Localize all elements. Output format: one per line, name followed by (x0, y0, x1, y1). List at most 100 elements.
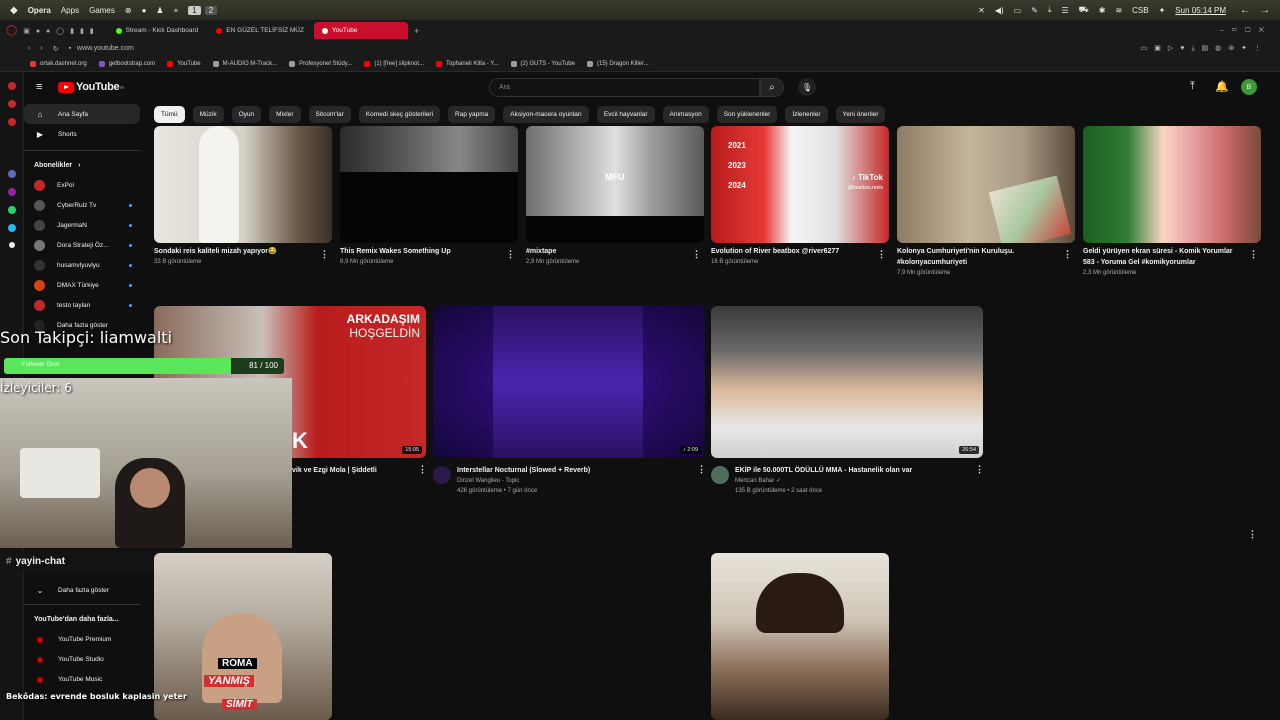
tab-kick-dashboard[interactable]: Stream - Kick Dashboard (108, 22, 207, 39)
filter-chip[interactable]: Oyun (231, 106, 262, 123)
filter-chip[interactable]: Rap yapma (448, 106, 496, 123)
more-options-icon[interactable]: ⋮ (692, 249, 701, 260)
control-center-icon[interactable]: ✦ (1159, 6, 1166, 15)
tab-youtube[interactable]: YouTube (313, 22, 408, 39)
sidebar-item-music[interactable]: ◉ YouTube Music (24, 669, 140, 689)
x-twitter-icon[interactable] (8, 242, 15, 248)
clock[interactable]: Sun 05:14 PM (1175, 6, 1226, 15)
cart-icon[interactable]: ⛟ (1079, 5, 1089, 15)
video-info[interactable]: Kolonya Cumhuriyeti'nin Kuruluşu. #kolon… (897, 246, 1057, 278)
edit-icon[interactable]: ✎ (1031, 6, 1038, 15)
video-info[interactable]: Geldi yürüyen ekran süresi - Komik Yorum… (1083, 246, 1243, 278)
sidebar-item-show-more[interactable]: ⌄ Daha fazla göster (24, 580, 140, 600)
more-options-icon[interactable]: ⋮ (418, 464, 427, 475)
more-options-icon[interactable]: ⋮ (1063, 249, 1072, 260)
sidebar-item-subscription[interactable]: JagermaN (24, 215, 140, 235)
vpn-label[interactable]: CSB (1132, 6, 1148, 15)
os-menu-apps[interactable]: Apps (61, 6, 79, 15)
sidebar-item-subscription[interactable]: CyberRulz Tv (24, 195, 140, 215)
opera-logo-icon[interactable]: ◯ (6, 25, 17, 36)
filter-chip[interactable]: Yeni öneriler (835, 106, 886, 123)
sidebar-item-shorts[interactable]: ▶ Shorts (24, 124, 140, 144)
volume-icon[interactable]: ◀) (995, 6, 1004, 15)
mute-icon[interactable]: ✕ (978, 6, 985, 15)
sidebar-item-subscription[interactable]: DMAX Türkiye (24, 275, 140, 295)
workspace-2[interactable]: 2 (204, 5, 218, 15)
video-info[interactable]: #mixtape 2,9 Mn görüntüleme (526, 246, 686, 267)
aria-icon[interactable] (7, 82, 16, 90)
voice-search-button[interactable]: 🎙 (798, 78, 816, 96)
video-thumbnail[interactable]: 26:54 (711, 306, 983, 458)
video-thumbnail[interactable] (340, 126, 518, 243)
download-icon[interactable]: ⤓ (1048, 5, 1052, 15)
window-controls[interactable]: ⎯▭▢✕ (1220, 27, 1272, 35)
back-button[interactable]: ‹ (28, 45, 30, 52)
video-thumbnail[interactable]: MFU (526, 126, 704, 243)
tab-music[interactable]: EN GÜZEL TELİFSİZ MÜZ (208, 22, 312, 39)
os-menu-opera[interactable]: Opera (28, 6, 51, 15)
filter-chip[interactable]: Aksiyon-macera oyunları (503, 106, 589, 123)
os-menu-games[interactable]: Games (89, 6, 115, 15)
rail-icon[interactable] (7, 170, 16, 178)
forward-arrow-icon[interactable]: → (1260, 5, 1270, 16)
forward-button[interactable]: › (40, 45, 42, 52)
create-upload-icon[interactable]: ⤒ (1190, 80, 1195, 93)
list-icon[interactable]: ☰ (1061, 6, 1068, 15)
back-arrow-icon[interactable]: ← (1240, 5, 1250, 16)
sidebar-item-home[interactable]: ⌂ Ana Sayfa (24, 104, 140, 124)
messenger-icon[interactable] (7, 188, 16, 196)
bookmark-maudio[interactable]: M-AUDIO M-Track... (212, 60, 277, 67)
gear-icon[interactable]: ✱ (1099, 6, 1106, 15)
bookmark-tophaneli[interactable]: Tophaneli Kitla - Y... (436, 60, 499, 67)
filter-chip[interactable]: Animasyon (662, 106, 709, 123)
rail-icon[interactable] (7, 118, 16, 126)
sidebar-item-subscription[interactable]: ExPol (24, 175, 140, 195)
channel-avatar[interactable] (433, 466, 451, 484)
shorts-thumbnail[interactable] (711, 553, 889, 720)
bookmark-dragon-killer[interactable]: (15) Dragon Killer... (586, 60, 649, 67)
tab-icons-strip[interactable]: ▣●●◯▮▮▮ (23, 27, 99, 35)
video-info[interactable]: Evolution of River beatbox @river6277 16 … (711, 246, 871, 267)
channel-avatar[interactable] (711, 466, 729, 484)
filter-chip[interactable]: Son yüklenenler (716, 106, 778, 123)
notifications-bell-icon[interactable]: 🔔 (1215, 80, 1229, 93)
apple-logo-icon[interactable]: ◆ (10, 5, 18, 16)
account-avatar[interactable]: B (1241, 79, 1257, 95)
chatgpt-icon[interactable]: ⊗ (125, 6, 132, 15)
workspace-1[interactable]: 1 (188, 5, 201, 15)
plus-icon[interactable]: + (174, 6, 179, 15)
video-thumbnail[interactable]: ♪ 2:09 (433, 306, 705, 458)
whatsapp-icon[interactable] (7, 206, 16, 214)
video-thumbnail[interactable]: 2021 2023 2024 ♪ TikTok @beatbox.reels (711, 126, 889, 243)
filter-chip[interactable]: Komedi skeç gösterileri (358, 106, 441, 123)
video-thumbnail[interactable] (154, 126, 332, 243)
new-tab-button[interactable]: + (414, 26, 419, 36)
video-info[interactable]: This Remix Wakes Something Up 8,9 Mn görü… (340, 246, 500, 267)
filter-chip[interactable]: Evcil hayvanlar (596, 106, 655, 123)
filter-chip[interactable]: Sitcom'lar (308, 106, 351, 123)
sidebar-item-premium[interactable]: ◉ YouTube Premium (24, 629, 140, 649)
sidebar-item-subscription[interactable]: husamvlyuvlyu (24, 255, 140, 275)
address-bar-icons[interactable]: ▭▣▷♥⤓▤◍⊛✦⋮ (1141, 44, 1268, 53)
filter-chip[interactable]: İzlenenler (785, 106, 828, 123)
circle-icon[interactable]: ● (142, 6, 147, 15)
bookmark-guts[interactable]: (2) GUTS - YouTube (510, 60, 575, 67)
more-options-icon[interactable]: ⋮ (697, 464, 706, 475)
filter-chip[interactable]: Tümü (154, 106, 185, 123)
filter-chip[interactable]: Müzik (192, 106, 224, 123)
telegram-icon[interactable] (7, 224, 16, 232)
bookmark-youtube[interactable]: YouTube (167, 60, 201, 67)
bookmark-dashnet[interactable]: ortak.dashnet.org (30, 60, 87, 67)
video-thumbnail[interactable] (897, 126, 1075, 243)
sidebar-item-subscription[interactable]: Dora Strateji Öz... (24, 235, 140, 255)
youtube-logo[interactable]: YouTube TR (58, 81, 124, 93)
reload-icon[interactable]: ↻ (53, 45, 59, 53)
bookmark-bootstrap[interactable]: getbootstrap.com (98, 60, 155, 67)
sidebar-item-studio[interactable]: ◉ YouTube Studio (24, 649, 140, 669)
subscriptions-header[interactable]: Abonelikler › (24, 155, 140, 175)
video-info[interactable]: EKİP ile 50.000TL ÖDÜLLÜ MMA - Hastaneli… (735, 465, 975, 496)
wifi-icon[interactable]: ≋ (1115, 6, 1122, 15)
search-input[interactable]: Ara (489, 78, 760, 97)
more-options-icon[interactable]: ⋮ (320, 249, 329, 260)
video-info[interactable]: Sondaki reis kaliteli mizah yapıyor😂 33 B… (154, 246, 314, 267)
